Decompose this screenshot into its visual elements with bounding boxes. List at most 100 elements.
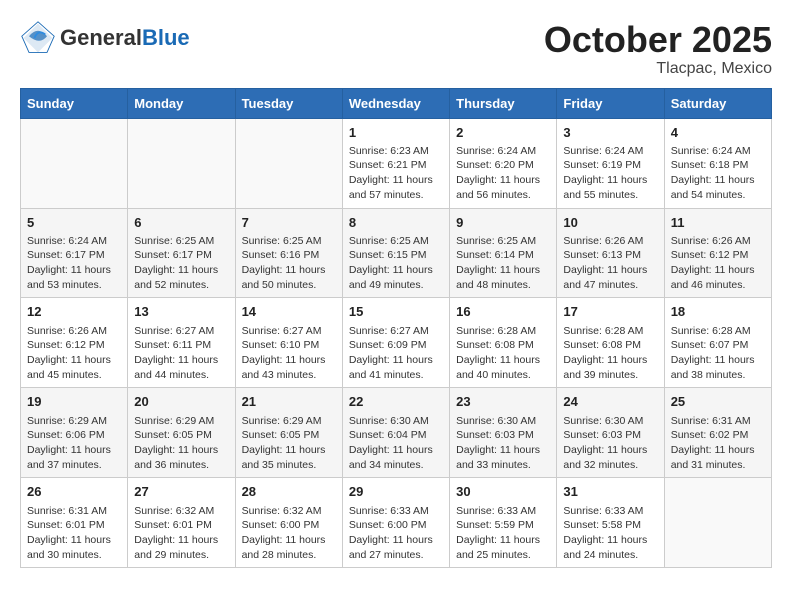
calendar-cell: 7 Sunrise: 6:25 AM Sunset: 6:16 PM Daylig…: [235, 208, 342, 298]
calendar-cell: [664, 478, 771, 568]
week-row-4: 19 Sunrise: 6:29 AM Sunset: 6:06 PM Dayli…: [21, 388, 772, 478]
day-info: Sunrise: 6:29 AM Sunset: 6:05 PM Dayligh…: [134, 415, 218, 471]
calendar-cell: 11 Sunrise: 6:26 AM Sunset: 6:12 PM Dayli…: [664, 208, 771, 298]
calendar-cell: 12 Sunrise: 6:26 AM Sunset: 6:12 PM Dayli…: [21, 298, 128, 388]
day-info: Sunrise: 6:24 AM Sunset: 6:20 PM Dayligh…: [456, 145, 540, 201]
day-header-saturday: Saturday: [664, 88, 771, 118]
calendar-cell: 4Sunrise: 6:24 AM Sunset: 6:18 PM Daylig…: [664, 118, 771, 208]
day-header-tuesday: Tuesday: [235, 88, 342, 118]
day-info: Sunrise: 6:24 AM Sunset: 6:18 PM Dayligh…: [671, 145, 755, 201]
day-number: 7: [242, 214, 336, 232]
day-number: 14: [242, 303, 336, 321]
day-info: Sunrise: 6:33 AM Sunset: 6:00 PM Dayligh…: [349, 505, 433, 561]
day-number: 2: [456, 124, 550, 142]
calendar-cell: 1 Sunrise: 6:23 AM Sunset: 6:21 PM Daylig…: [342, 118, 449, 208]
day-info: Sunrise: 6:26 AM Sunset: 6:13 PM Dayligh…: [563, 235, 647, 291]
day-number: 28: [242, 483, 336, 501]
day-number: 13: [134, 303, 228, 321]
day-info: Sunrise: 6:31 AM Sunset: 6:02 PM Dayligh…: [671, 415, 755, 471]
day-info: Sunrise: 6:27 AM Sunset: 6:11 PM Dayligh…: [134, 325, 218, 381]
day-header-wednesday: Wednesday: [342, 88, 449, 118]
calendar-cell: 27Sunrise: 6:32 AM Sunset: 6:01 PM Dayli…: [128, 478, 235, 568]
day-info: Sunrise: 6:28 AM Sunset: 6:08 PM Dayligh…: [456, 325, 540, 381]
day-info: Sunrise: 6:26 AM Sunset: 6:12 PM Dayligh…: [27, 325, 111, 381]
day-number: 9: [456, 214, 550, 232]
calendar-cell: 25 Sunrise: 6:31 AM Sunset: 6:02 PM Dayli…: [664, 388, 771, 478]
day-number: 5: [27, 214, 121, 232]
calendar-cell: 30Sunrise: 6:33 AM Sunset: 5:59 PM Dayli…: [450, 478, 557, 568]
calendar-cell: 31Sunrise: 6:33 AM Sunset: 5:58 PM Dayli…: [557, 478, 664, 568]
day-number: 3: [563, 124, 657, 142]
calendar-cell: 17 Sunrise: 6:28 AM Sunset: 6:08 PM Dayli…: [557, 298, 664, 388]
calendar-cell: 8Sunrise: 6:25 AM Sunset: 6:15 PM Daylig…: [342, 208, 449, 298]
calendar-cell: 16 Sunrise: 6:28 AM Sunset: 6:08 PM Dayli…: [450, 298, 557, 388]
week-row-2: 5 Sunrise: 6:24 AM Sunset: 6:17 PM Daylig…: [21, 208, 772, 298]
day-info: Sunrise: 6:29 AM Sunset: 6:05 PM Dayligh…: [242, 415, 326, 471]
day-header-sunday: Sunday: [21, 88, 128, 118]
day-number: 20: [134, 393, 228, 411]
day-number: 17: [563, 303, 657, 321]
calendar-cell: 22Sunrise: 6:30 AM Sunset: 6:04 PM Dayli…: [342, 388, 449, 478]
day-info: Sunrise: 6:28 AM Sunset: 6:07 PM Dayligh…: [671, 325, 755, 381]
day-info: Sunrise: 6:30 AM Sunset: 6:03 PM Dayligh…: [456, 415, 540, 471]
logo-general: General: [60, 26, 142, 50]
day-number: 27: [134, 483, 228, 501]
day-number: 1: [349, 124, 443, 142]
day-header-thursday: Thursday: [450, 88, 557, 118]
calendar-cell: 6 Sunrise: 6:25 AM Sunset: 6:17 PM Daylig…: [128, 208, 235, 298]
calendar-table: SundayMondayTuesdayWednesdayThursdayFrid…: [20, 88, 772, 569]
day-number: 19: [27, 393, 121, 411]
calendar-cell: 5 Sunrise: 6:24 AM Sunset: 6:17 PM Daylig…: [21, 208, 128, 298]
day-info: Sunrise: 6:23 AM Sunset: 6:21 PM Dayligh…: [349, 145, 433, 201]
calendar-cell: 13 Sunrise: 6:27 AM Sunset: 6:11 PM Dayli…: [128, 298, 235, 388]
calendar-cell: 18 Sunrise: 6:28 AM Sunset: 6:07 PM Dayli…: [664, 298, 771, 388]
calendar-cell: 9 Sunrise: 6:25 AM Sunset: 6:14 PM Daylig…: [450, 208, 557, 298]
calendar-cell: 10 Sunrise: 6:26 AM Sunset: 6:13 PM Dayli…: [557, 208, 664, 298]
page-header: General Blue October 2025 Tlacpac, Mexic…: [20, 20, 772, 78]
day-number: 25: [671, 393, 765, 411]
day-number: 22: [349, 393, 443, 411]
calendar-cell: 15Sunrise: 6:27 AM Sunset: 6:09 PM Dayli…: [342, 298, 449, 388]
day-number: 29: [349, 483, 443, 501]
day-number: 26: [27, 483, 121, 501]
day-info: Sunrise: 6:32 AM Sunset: 6:00 PM Dayligh…: [242, 505, 326, 561]
calendar-cell: 21 Sunrise: 6:29 AM Sunset: 6:05 PM Dayli…: [235, 388, 342, 478]
logo-blue: Blue: [142, 26, 190, 50]
calendar-cell: 2 Sunrise: 6:24 AM Sunset: 6:20 PM Daylig…: [450, 118, 557, 208]
week-row-1: 1 Sunrise: 6:23 AM Sunset: 6:21 PM Daylig…: [21, 118, 772, 208]
day-info: Sunrise: 6:24 AM Sunset: 6:17 PM Dayligh…: [27, 235, 111, 291]
logo: General Blue: [20, 20, 190, 56]
day-info: Sunrise: 6:28 AM Sunset: 6:08 PM Dayligh…: [563, 325, 647, 381]
day-number: 18: [671, 303, 765, 321]
title-block: October 2025 Tlacpac, Mexico: [544, 20, 772, 78]
day-number: 24: [563, 393, 657, 411]
day-header-friday: Friday: [557, 88, 664, 118]
calendar-cell: [235, 118, 342, 208]
day-number: 11: [671, 214, 765, 232]
day-number: 23: [456, 393, 550, 411]
day-info: Sunrise: 6:26 AM Sunset: 6:12 PM Dayligh…: [671, 235, 755, 291]
day-info: Sunrise: 6:25 AM Sunset: 6:16 PM Dayligh…: [242, 235, 326, 291]
day-number: 31: [563, 483, 657, 501]
day-info: Sunrise: 6:29 AM Sunset: 6:06 PM Dayligh…: [27, 415, 111, 471]
calendar-cell: [128, 118, 235, 208]
day-info: Sunrise: 6:27 AM Sunset: 6:10 PM Dayligh…: [242, 325, 326, 381]
day-info: Sunrise: 6:25 AM Sunset: 6:17 PM Dayligh…: [134, 235, 218, 291]
day-number: 12: [27, 303, 121, 321]
day-info: Sunrise: 6:25 AM Sunset: 6:14 PM Dayligh…: [456, 235, 540, 291]
day-info: Sunrise: 6:25 AM Sunset: 6:15 PM Dayligh…: [349, 235, 433, 291]
day-info: Sunrise: 6:31 AM Sunset: 6:01 PM Dayligh…: [27, 505, 111, 561]
day-number: 21: [242, 393, 336, 411]
day-info: Sunrise: 6:27 AM Sunset: 6:09 PM Dayligh…: [349, 325, 433, 381]
day-number: 10: [563, 214, 657, 232]
day-number: 6: [134, 214, 228, 232]
calendar-cell: 23 Sunrise: 6:30 AM Sunset: 6:03 PM Dayli…: [450, 388, 557, 478]
logo-icon: [20, 20, 56, 56]
week-row-3: 12 Sunrise: 6:26 AM Sunset: 6:12 PM Dayli…: [21, 298, 772, 388]
calendar-cell: 14 Sunrise: 6:27 AM Sunset: 6:10 PM Dayli…: [235, 298, 342, 388]
calendar-cell: 3Sunrise: 6:24 AM Sunset: 6:19 PM Daylig…: [557, 118, 664, 208]
calendar-cell: 20 Sunrise: 6:29 AM Sunset: 6:05 PM Dayli…: [128, 388, 235, 478]
day-number: 16: [456, 303, 550, 321]
calendar-cell: 19 Sunrise: 6:29 AM Sunset: 6:06 PM Dayli…: [21, 388, 128, 478]
logo-text: General Blue: [60, 26, 190, 50]
